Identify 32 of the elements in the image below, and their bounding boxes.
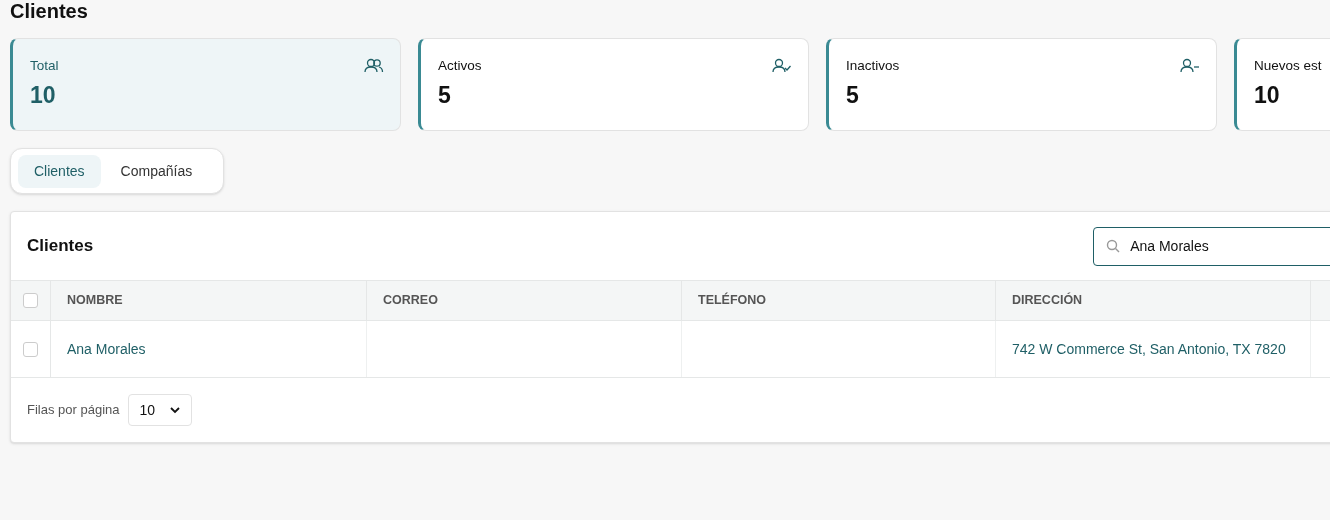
page-title: Clientes	[10, 0, 88, 24]
user-check-icon	[772, 57, 792, 73]
stat-label: Nuevos est	[1254, 57, 1322, 75]
stat-value: 5	[846, 84, 859, 108]
stat-label: Total	[30, 57, 59, 75]
stat-card[interactable]: Total 10	[10, 38, 401, 131]
column-header: TELÉFONO	[698, 291, 767, 310]
search-icon	[1106, 238, 1121, 253]
table-cell-text: 742 W Commerce St, San Antonio, TX 7820	[1012, 339, 1286, 359]
column-header: DIRECCIÓN	[1012, 291, 1083, 310]
stat-value: 10	[30, 84, 56, 108]
checkbox[interactable]	[23, 341, 38, 357]
column-header: CORREO	[383, 292, 438, 310]
name-link[interactable]: Ana Morales	[67, 338, 146, 360]
stat-value: 5	[438, 84, 451, 108]
stat-card[interactable]: Nuevos est 10	[1234, 38, 1330, 131]
search-field[interactable]: Ana Morales	[1093, 226, 1330, 266]
rows-per-page-select[interactable]: 10	[127, 394, 192, 426]
stat-card[interactable]: Activos 5	[418, 38, 809, 131]
stat-value: 10	[1254, 84, 1280, 108]
table-title: Clientes	[27, 235, 94, 258]
chevron-down-icon	[169, 406, 180, 414]
user-minus-icon	[1180, 57, 1200, 73]
stat-card[interactable]: Inactivos 5	[826, 38, 1217, 131]
column-header: NOMBRE	[67, 292, 123, 310]
tab[interactable]: Compañías	[104, 154, 209, 188]
stat-label: Activos	[438, 57, 482, 75]
rows-per-page-label: Filas por página	[27, 401, 120, 420]
users-icon	[364, 57, 384, 73]
stat-label: Inactivos	[846, 57, 900, 75]
tab[interactable]: Clientes	[18, 154, 101, 188]
checkbox[interactable]	[23, 293, 38, 308]
